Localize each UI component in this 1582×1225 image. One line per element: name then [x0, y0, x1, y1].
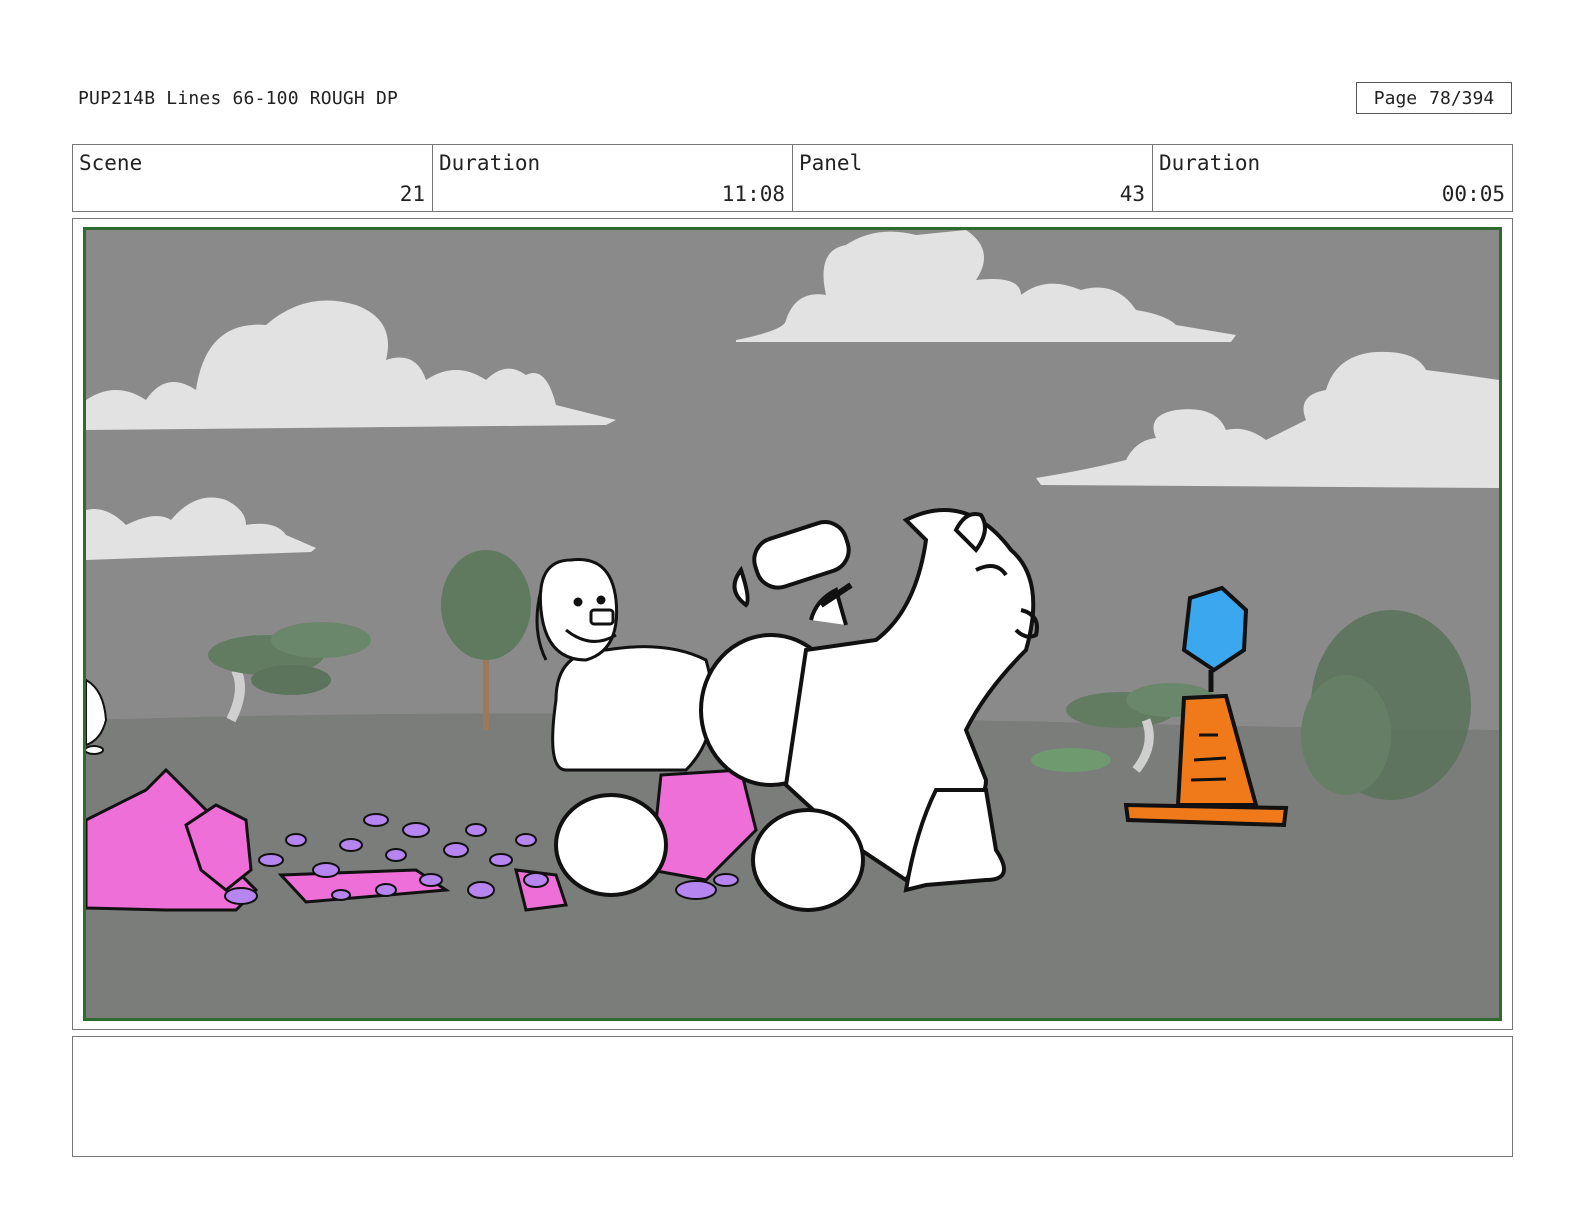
panel-value: 43 [1119, 182, 1145, 206]
scene-duration-value: 11:08 [721, 182, 785, 206]
panel-duration-value: 00:05 [1441, 182, 1505, 206]
panel-frame [72, 218, 1513, 1030]
page-number: 78/394 [1429, 87, 1495, 109]
scene-label: Scene [79, 151, 143, 175]
page-label: Page [1373, 87, 1418, 109]
storyboard-panel-image [83, 227, 1502, 1021]
scene-cell: Scene 21 [73, 145, 433, 211]
page-indicator: Page 78/394 [1356, 82, 1512, 114]
info-table: Scene 21 Duration 11:08 Panel 43 Duratio… [72, 144, 1513, 212]
panel-duration-label: Duration [1159, 151, 1261, 175]
scene-duration-cell: Duration 11:08 [433, 145, 793, 211]
notes-box [72, 1036, 1513, 1157]
scene-duration-label: Duration [439, 151, 541, 175]
document-title: PUP214B Lines 66-100 ROUGH DP [78, 88, 399, 109]
panel-duration-cell: Duration 00:05 [1153, 145, 1512, 211]
panel-label: Panel [799, 151, 863, 175]
panel-cell: Panel 43 [793, 145, 1153, 211]
scene-value: 21 [399, 182, 425, 206]
storyboard-drawing [86, 230, 1499, 1018]
